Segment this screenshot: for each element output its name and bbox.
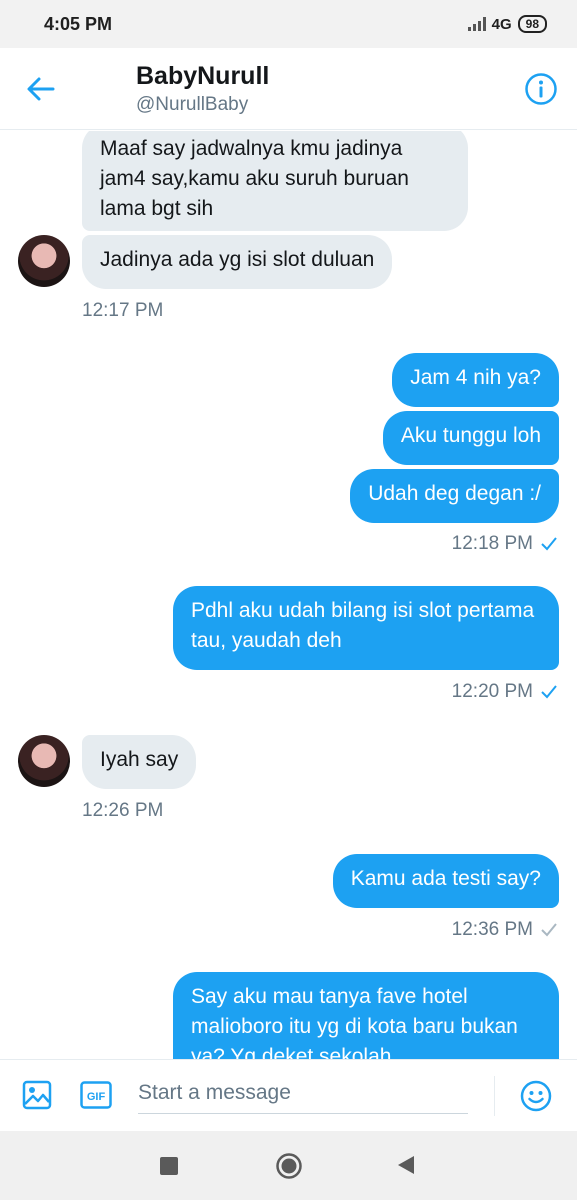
- timestamp-text: 12:20 PM: [451, 681, 533, 702]
- system-nav-bar: [0, 1131, 577, 1200]
- contact-handle: @NurullBaby: [136, 94, 249, 115]
- message-bubble-outgoing[interactable]: Pdhl aku udah bilang isi slot pertama ta…: [173, 586, 559, 670]
- info-icon[interactable]: [524, 72, 558, 106]
- check-icon: [541, 685, 557, 699]
- message-bubble-outgoing[interactable]: Say aku mau tanya fave hotel malioboro i…: [173, 972, 559, 1059]
- message-bubble-incoming[interactable]: Jadinya ada yg isi slot duluan: [82, 235, 393, 289]
- check-icon: [541, 923, 557, 937]
- conversation-header: BabyNurull @NurullBaby: [0, 48, 577, 130]
- message-input[interactable]: [138, 1072, 468, 1114]
- gif-icon[interactable]: GIF: [80, 1081, 112, 1109]
- message-bubble-incoming[interactable]: Iyah say: [82, 735, 197, 789]
- message-bubble-outgoing[interactable]: Kamu ada testi say?: [332, 854, 559, 908]
- gif-label: GIF: [87, 1091, 106, 1103]
- home-icon[interactable]: [275, 1152, 303, 1180]
- emoji-icon[interactable]: [520, 1080, 552, 1112]
- status-icons: 4G 98: [467, 15, 547, 33]
- check-icon: [541, 537, 557, 551]
- avatar[interactable]: [18, 235, 70, 287]
- avatar[interactable]: [18, 735, 70, 787]
- message-timestamp: 12:18 PM: [452, 533, 557, 555]
- network-type: 4G: [491, 15, 512, 33]
- message-timestamp: 12:36 PM: [452, 919, 557, 941]
- message-bubble-outgoing[interactable]: Jam 4 nih ya?: [392, 353, 559, 407]
- timestamp-text: 12:36 PM: [451, 919, 533, 940]
- message-timestamp: 12:20 PM: [452, 681, 557, 703]
- message-timestamp: 12:17 PM: [82, 300, 164, 321]
- recent-apps-icon[interactable]: [160, 1157, 178, 1175]
- status-time: 4:05 PM: [44, 13, 113, 34]
- message-composer: GIF: [0, 1059, 577, 1131]
- back-arrow-icon[interactable]: [26, 74, 56, 104]
- status-bar: 4:05 PM 4G 98: [0, 0, 577, 48]
- signal-icon: [467, 17, 486, 31]
- timestamp-text: 12:18 PM: [451, 533, 533, 554]
- back-triangle-icon[interactable]: [396, 1154, 416, 1176]
- battery-icon: 98: [517, 15, 547, 33]
- message-bubble-incoming[interactable]: Maaf say jadwalnya kmu jadinya jam4 say,…: [82, 131, 468, 231]
- image-icon[interactable]: [22, 1080, 52, 1110]
- message-list[interactable]: Maaf say jadwalnya kmu jadinya jam4 say,…: [0, 131, 577, 1059]
- message-bubble-outgoing[interactable]: Udah deg degan :/: [350, 469, 559, 523]
- composer-divider: [494, 1076, 495, 1116]
- message-bubble-outgoing[interactable]: Aku tunggu loh: [382, 411, 559, 465]
- contact-name[interactable]: BabyNurull: [136, 62, 269, 91]
- message-timestamp: 12:26 PM: [82, 800, 164, 821]
